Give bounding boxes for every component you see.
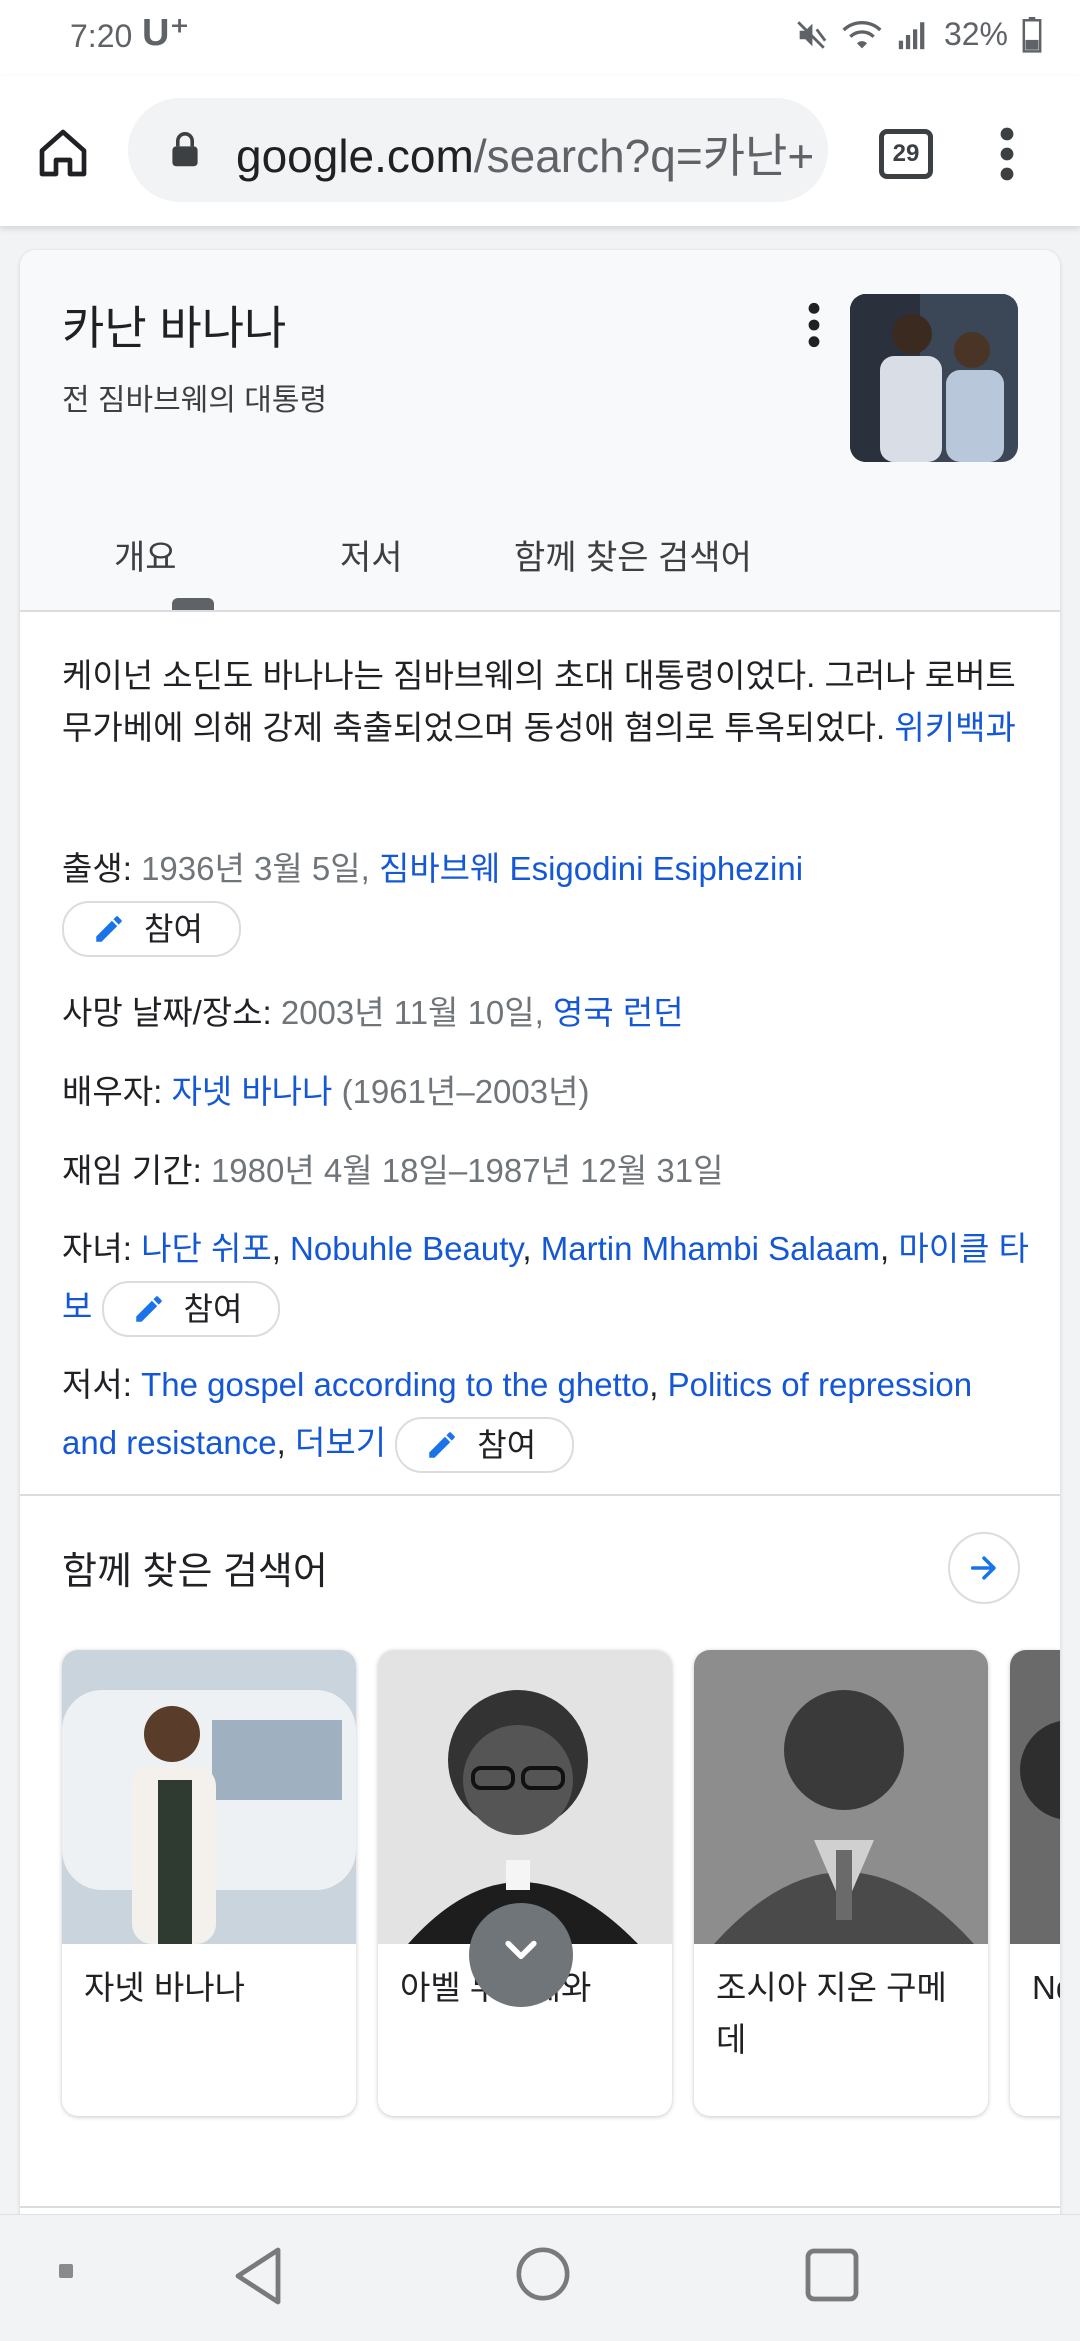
entity-description: 케이넌 소딘도 바나나는 짐바브웨의 초대 대통령이었다. 그러나 로버트 무가… (62, 650, 1032, 754)
person-photo (62, 1650, 356, 1944)
section-divider (20, 1494, 1060, 1496)
fact-children: 자녀: 나단 쉬포, Nobuhle Beauty, Martin Mhambi… (62, 1220, 1032, 1338)
home-icon (39, 129, 87, 177)
tab-switcher-button[interactable]: 29 (879, 129, 933, 179)
tab-books[interactable]: 저서 (340, 530, 403, 579)
address-bar[interactable]: google.com/search?q=카난+ (128, 98, 828, 202)
person-photo (378, 1650, 672, 1944)
url-path: /search?q=카난+ (473, 130, 815, 182)
pencil-icon (96, 916, 122, 943)
chevron-down-icon (505, 1940, 537, 1960)
deathplace-link[interactable]: 영국 런던 (553, 994, 684, 1031)
section-divider (20, 2206, 1060, 2208)
entity-title: 카난 바나나 (62, 302, 287, 354)
related-person-card[interactable]: 조시아 지온 구메데 (694, 1650, 988, 2116)
lock-icon (172, 132, 198, 167)
fact-value: 1980년 4월 18일–1987년 12월 31일 (210, 1152, 724, 1189)
wikipedia-link[interactable]: 위키백과 (894, 709, 1015, 746)
more-vert-icon (808, 302, 820, 348)
spouse-years: (1961년–2003년) (341, 1073, 590, 1110)
fact-born: 출생: 1936년 3월 5일, 짐바브웨 Esigodini Esiphezi… (62, 840, 1032, 958)
arrow-right-icon (970, 1556, 996, 1580)
child-link[interactable]: Martin Mhambi Salaam (541, 1230, 880, 1267)
more-books-link[interactable]: 더보기 (295, 1424, 386, 1461)
fact-label: 출생 (62, 850, 123, 887)
fact-label: 자녀 (62, 1230, 123, 1267)
edit-label: 참여 (183, 1291, 243, 1328)
tab-people-also-search[interactable]: 함께 찾은 검색어 (514, 530, 752, 579)
related-person-name: 조시아 지온 구메데 (716, 1969, 947, 2058)
fact-label: 사망 날짜/장소 (62, 994, 263, 1031)
fact-label: 저서 (62, 1366, 123, 1403)
child-link[interactable]: 나단 쉬포 (141, 1230, 272, 1267)
back-icon[interactable] (230, 2245, 286, 2307)
knowledge-panel-header: 카난 바나나 전 짐바브웨의 대통령 개요 저서 함께 찾은 검색어 (20, 250, 1060, 612)
related-person-card[interactable]: Nda Sith (1010, 1650, 1060, 2116)
fact-term: 재임 기간: 1980년 4월 18일–1987년 12월 31일 (62, 1152, 724, 1189)
battery-icon (1022, 16, 1042, 53)
carrier-label: U⁺ (142, 12, 190, 54)
url-text: google.com/search?q=카난+ (236, 120, 814, 186)
related-person-card[interactable]: 아벨 무조레와 (378, 1650, 672, 2116)
description-text: 케이넌 소딘도 바나나는 짐바브웨의 초대 대통령이었다. 그러나 로버트 무가… (62, 657, 1016, 746)
more-vert-icon (1000, 127, 1014, 181)
wifi-icon (842, 18, 882, 52)
system-navigation-bar (0, 2214, 1080, 2341)
spouse-link[interactable]: 자넷 바나나 (171, 1073, 332, 1110)
home-nav-icon[interactable] (514, 2245, 572, 2303)
people-also-search-more-button[interactable] (948, 1532, 1020, 1604)
browser-toolbar: google.com/search?q=카난+ 29 (0, 76, 1080, 226)
pencil-icon (135, 1296, 162, 1323)
person-photo (694, 1650, 988, 1944)
browser-menu-button[interactable] (990, 124, 1024, 184)
panel-menu-button[interactable] (804, 300, 824, 350)
fact-value: 1936년 3월 5일, (141, 850, 379, 887)
recents-icon[interactable] (804, 2247, 860, 2303)
panel-tabs: 개요 저서 함께 찾은 검색어 (20, 520, 1060, 610)
child-link[interactable]: Nobuhle Beauty (290, 1230, 522, 1267)
collapse-button[interactable] (469, 1903, 573, 2007)
fact-label: 배우자 (62, 1073, 154, 1110)
related-person-name: 자넷 바나나 (84, 1969, 245, 2006)
pencil-icon (429, 1432, 455, 1459)
people-also-search-title: 함께 찾은 검색어 (62, 1551, 328, 1593)
tab-overview[interactable]: 개요 (114, 530, 177, 579)
entity-subtitle: 전 짐바브웨의 대통령 (62, 384, 328, 417)
birthplace-link[interactable]: 짐바브웨 Esigodini Esiphezini (379, 850, 803, 887)
person-photo (1010, 1650, 1060, 1944)
fact-books: 저서: The gospel according to the ghetto, … (62, 1356, 1032, 1474)
people-also-search-carousel: 자넷 바나나 아벨 무조레와 조시아 지온 구메데 (62, 1650, 1060, 2120)
fact-label: 재임 기간 (62, 1152, 193, 1189)
signal-icon (896, 18, 930, 52)
active-tab-indicator (172, 598, 214, 610)
fact-value: 2003년 11월 10일, (280, 994, 553, 1031)
home-button[interactable] (28, 118, 98, 188)
fact-spouse: 배우자: 자넷 바나나 (1961년–2003년) (62, 1073, 590, 1110)
dot-icon (59, 2264, 73, 2278)
suggest-edit-button[interactable]: 참여 (101, 1281, 281, 1338)
fact-died: 사망 날짜/장소: 2003년 11월 10일, 영국 런던 (62, 994, 684, 1031)
entity-photo[interactable] (850, 294, 1018, 462)
book-link[interactable]: The gospel according to the ghetto (141, 1366, 649, 1403)
related-person-card[interactable]: 자넷 바나나 (62, 1650, 356, 2116)
url-host: google.com (236, 130, 474, 182)
suggest-edit-button[interactable]: 참여 (395, 1417, 575, 1474)
related-person-name: Nda Sith (1032, 1969, 1060, 2006)
status-bar: 7:20 U⁺ 32% (0, 0, 1080, 76)
edit-label: 참여 (144, 911, 203, 948)
mute-icon (794, 18, 828, 52)
battery-percent: 32% (943, 16, 1008, 52)
edit-label: 참여 (477, 1427, 537, 1464)
status-time: 7:20 (70, 18, 133, 54)
suggest-edit-button[interactable]: 참여 (62, 901, 241, 958)
